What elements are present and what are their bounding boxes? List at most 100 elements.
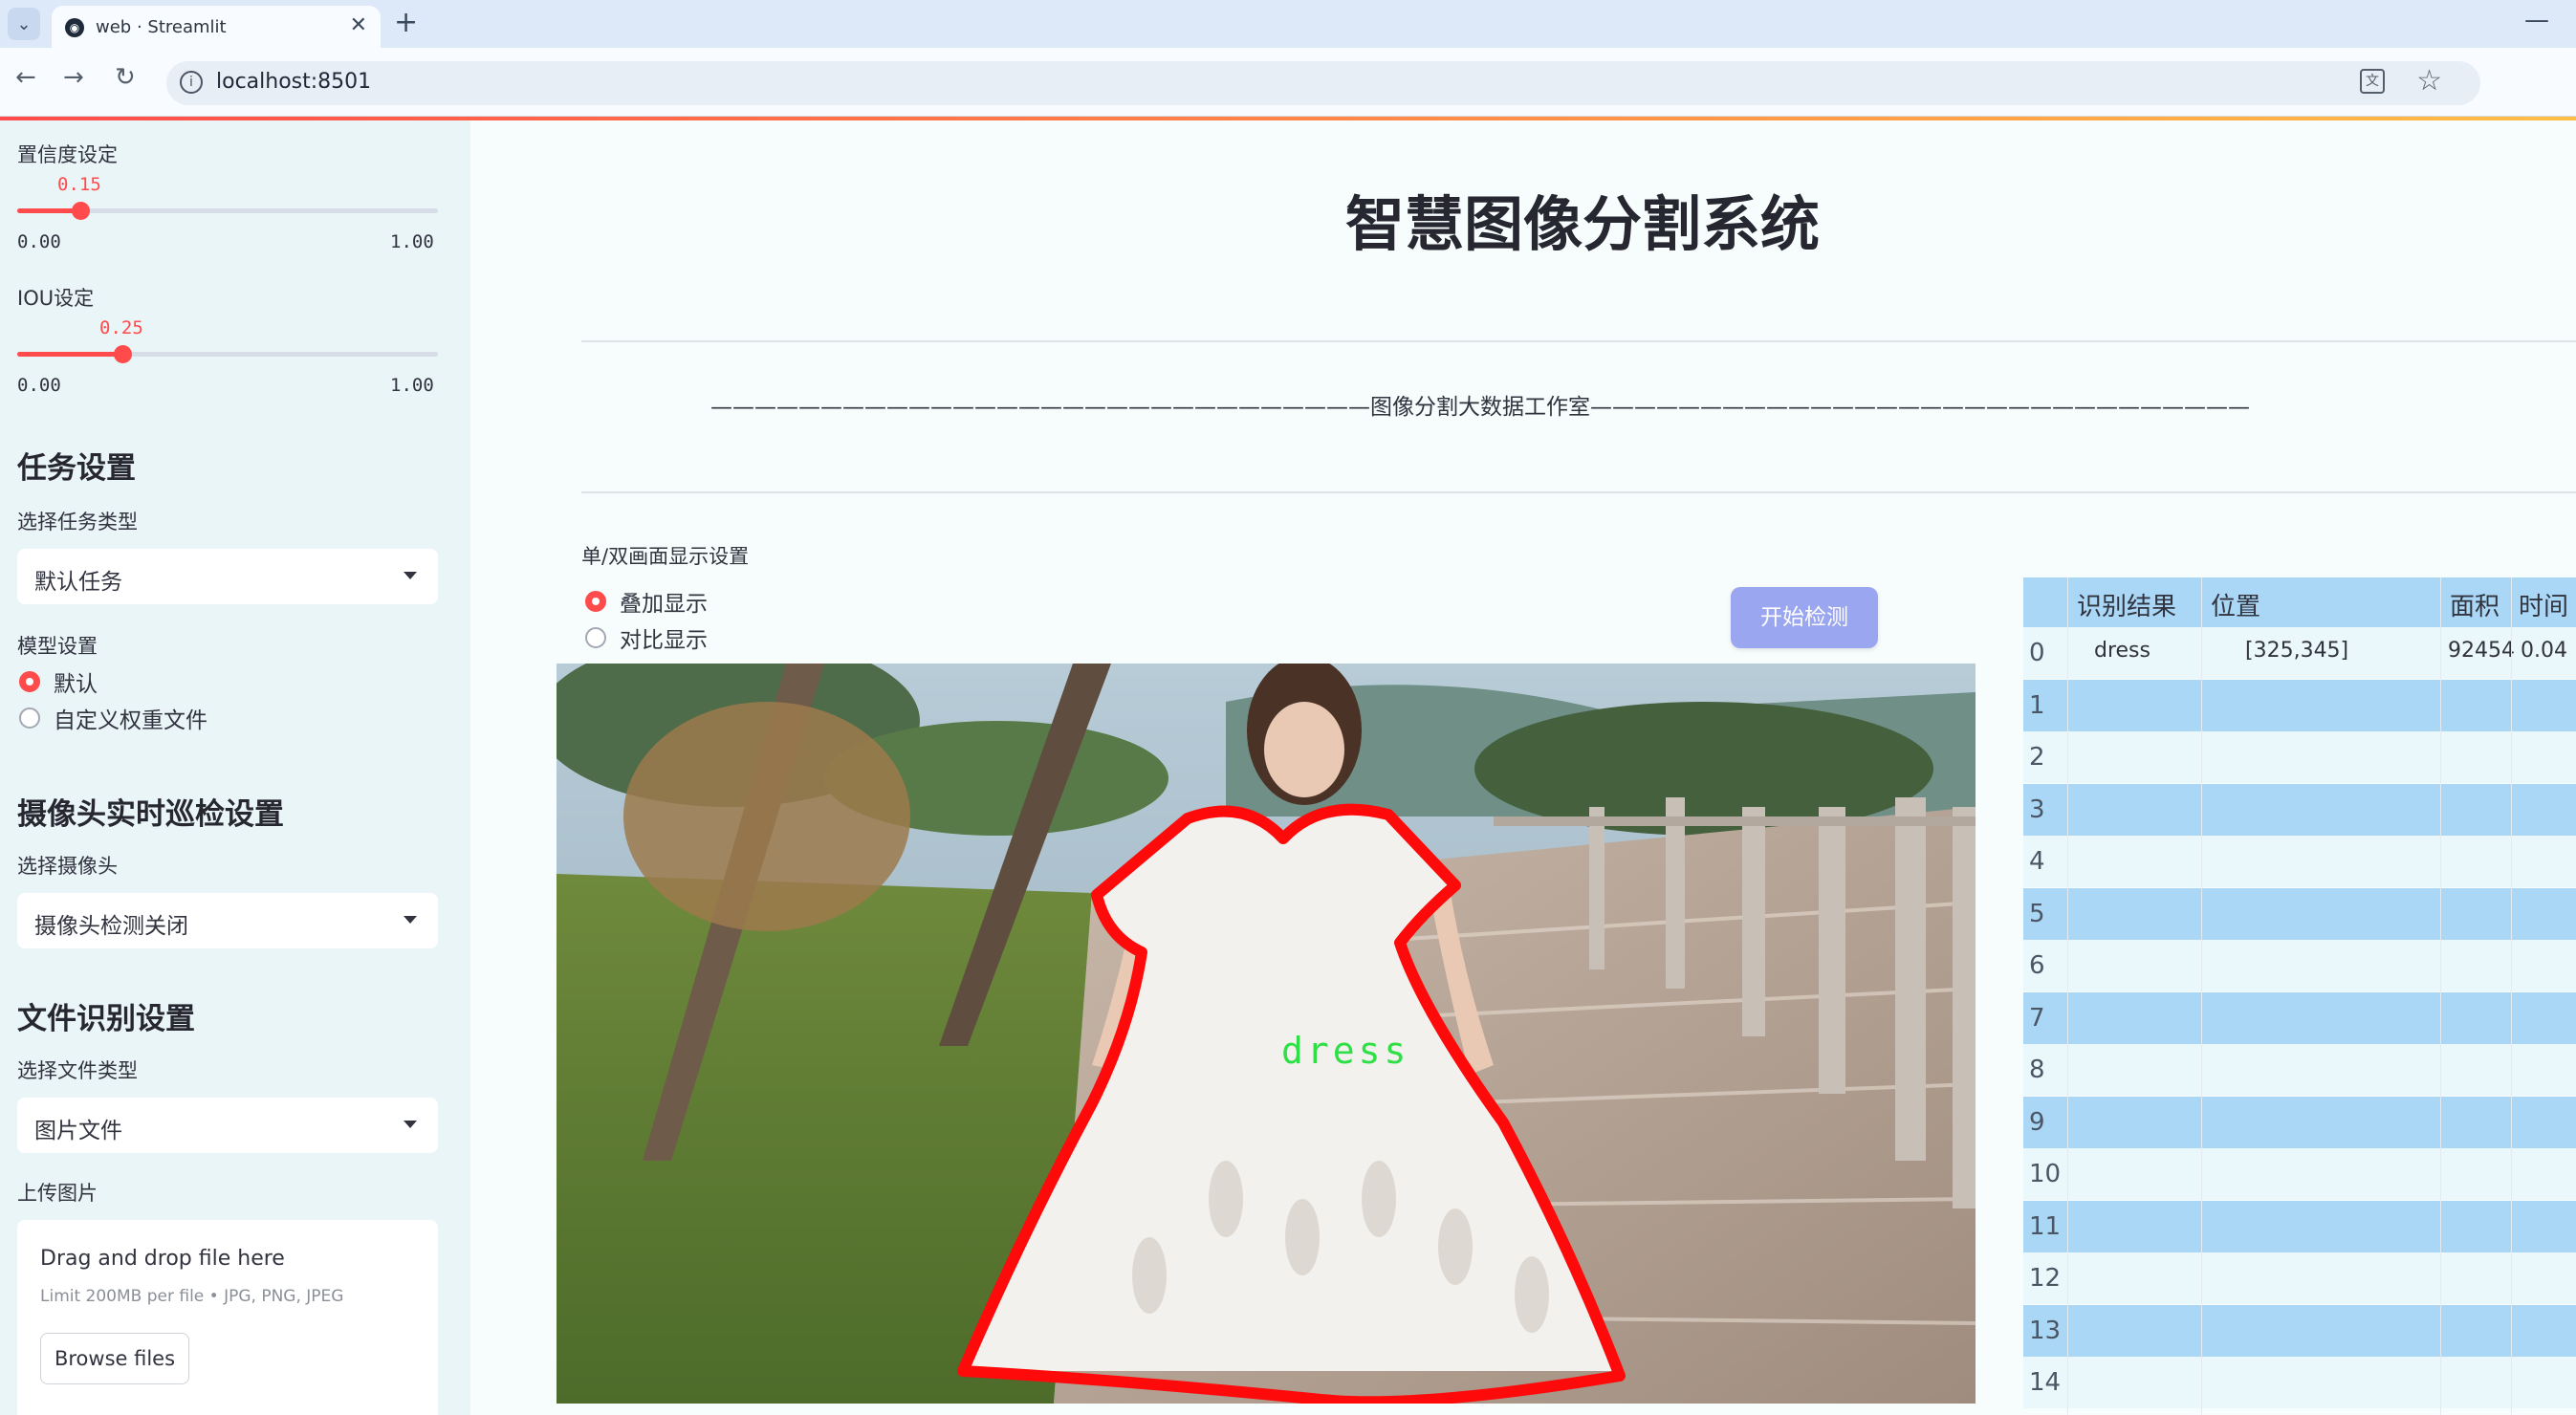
table-row[interactable]: 13 [2023,1304,2576,1357]
model-radio-custom[interactable]: 自定义权重文件 [19,704,207,733]
table-row[interactable]: 9 [2023,1096,2576,1148]
column-header-time: 时间 [2519,593,2569,621]
display-radio-compare[interactable]: 对比显示 [585,623,708,653]
chevron-down-icon [404,572,417,579]
row-index: 6 [2029,951,2045,980]
display-option-label: 叠加显示 [620,592,708,617]
segmentation-result-image: dress [557,664,1976,1404]
row-index: 5 [2029,899,2045,928]
tab-search-icon[interactable]: ⌄ [8,8,40,40]
table-row[interactable]: 7 [2023,991,2576,1044]
iou-slider-fill [17,352,122,357]
table-row[interactable]: 4 [2023,836,2576,887]
reload-icon[interactable]: ↻ [115,63,136,92]
divider [581,340,2576,342]
display-option-label: 对比显示 [620,628,708,653]
confidence-min: 0.00 [17,231,61,252]
row-index: 2 [2029,743,2045,772]
upload-instruction: Drag and drop file here [40,1247,285,1271]
table-row[interactable]: 1 [2023,679,2576,731]
table-row[interactable]: 5 [2023,887,2576,940]
upload-limit: Limit 200MB per file • JPG, PNG, JPEG [40,1287,344,1306]
start-detection-button[interactable]: 开始检测 [1731,587,1878,648]
model-option-label: 自定义权重文件 [54,708,207,733]
cell-result: dress [2094,639,2150,663]
model-radio-default[interactable]: 默认 [19,667,98,697]
new-tab-icon[interactable]: + [394,6,418,39]
table-row[interactable]: 11 [2023,1200,2576,1252]
forward-icon[interactable]: → [63,63,84,92]
task-settings-header: 任务设置 [17,451,136,486]
row-index: 1 [2029,690,2045,720]
upload-label: 上传图片 [17,1182,98,1205]
camera-select-value: 摄像头检测关闭 [34,914,188,939]
iou-slider[interactable] [17,345,438,363]
iou-slider-thumb[interactable] [114,345,132,363]
row-index: 3 [2029,795,2045,824]
radio-selected-icon[interactable] [19,671,40,692]
divider [581,491,2576,493]
column-divider [2440,577,2441,1415]
chevron-down-icon [404,916,417,924]
translate-icon[interactable]: 文 [2360,69,2385,94]
confidence-value: 0.15 [57,174,101,195]
url-text[interactable]: localhost:8501 [216,70,371,94]
file-settings-header: 文件识别设置 [17,1002,195,1036]
table-row[interactable]: 6 [2023,940,2576,991]
task-type-label: 选择任务类型 [17,511,138,533]
column-header-result: 识别结果 [2077,593,2177,621]
task-type-select[interactable]: 默认任务 [17,549,438,604]
radio-unselected-icon[interactable] [19,708,40,729]
iou-min: 0.00 [17,375,61,396]
browser-tab[interactable]: ◉ web · Streamlit ✕ [52,6,381,48]
confidence-slider[interactable] [17,202,438,220]
table-row[interactable]: 12 [2023,1252,2576,1304]
confidence-slider-thumb[interactable] [72,202,90,220]
table-row[interactable]: 14 [2023,1357,2576,1408]
column-divider [2067,577,2068,1415]
row-index: 14 [2029,1368,2062,1397]
bookmark-star-icon[interactable]: ☆ [2416,64,2442,98]
table-row[interactable]: 2 [2023,731,2576,783]
row-index: 8 [2029,1056,2045,1084]
file-type-select[interactable]: 图片文件 [17,1098,438,1153]
row-index: 13 [2029,1316,2062,1345]
minimize-window-icon[interactable]: — [2524,6,2549,34]
file-type-value: 图片文件 [34,1119,122,1143]
results-table: 识别结果 位置 面积 时间 0 dress [325,345] 92454 0.04 1 2… [2023,577,2576,1415]
address-bar: ← → ↻ i localhost:8501 文 ☆ [0,48,2576,117]
camera-select[interactable]: 摄像头检测关闭 [17,893,438,948]
iou-max: 1.00 [390,375,434,396]
iou-value: 0.25 [99,317,143,338]
table-row[interactable]: 8 [2023,1044,2576,1096]
browse-files-button[interactable]: Browse files [40,1333,189,1384]
display-radio-overlay[interactable]: 叠加显示 [585,587,708,617]
column-divider [2201,577,2202,1415]
table-row[interactable]: 0 dress [325,345] 92454 0.04 [2023,627,2576,679]
chevron-down-icon [404,1121,417,1128]
table-row[interactable]: 10 [2023,1148,2576,1200]
display-settings-label: 单/双画面显示设置 [581,545,750,568]
file-uploader-dropzone[interactable]: Drag and drop file here Limit 200MB per … [17,1220,438,1415]
row-index: 9 [2029,1107,2045,1137]
radio-selected-icon[interactable] [585,591,606,612]
file-type-label: 选择文件类型 [17,1059,138,1082]
row-index: 12 [2029,1264,2062,1293]
row-index: 10 [2029,1160,2062,1188]
row-index: 4 [2029,847,2045,876]
tab-title: web · Streamlit [96,17,227,37]
model-option-label: 默认 [54,672,98,697]
detection-class-label: dress [1281,1030,1409,1072]
confidence-max: 1.00 [390,231,434,252]
confidence-label: 置信度设定 [17,143,118,166]
back-icon[interactable]: ← [15,63,36,92]
model-settings-label: 模型设置 [17,635,98,658]
radio-unselected-icon[interactable] [585,627,606,648]
streamlit-favicon-icon: ◉ [65,18,84,37]
site-info-icon[interactable]: i [180,71,203,94]
url-omnibox[interactable]: i localhost:8501 文 ☆ [166,61,2480,105]
close-tab-icon[interactable]: ✕ [350,13,367,37]
table-row[interactable]: 3 [2023,783,2576,836]
cell-area: 92454 [2448,639,2515,663]
column-header-position: 位置 [2211,593,2261,621]
